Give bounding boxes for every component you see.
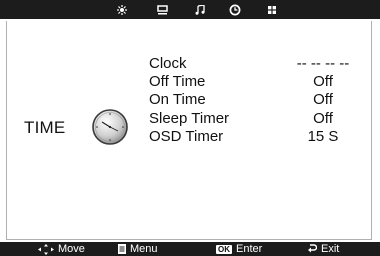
item-label-sleep-timer[interactable]: Sleep Timer xyxy=(149,110,229,128)
item-value-osd-timer: 15 S xyxy=(307,128,339,145)
picture-icon[interactable] xyxy=(112,0,132,19)
hint-move-label: Move xyxy=(58,243,85,255)
hint-exit-label: Exit xyxy=(321,243,340,255)
hint-move: Move xyxy=(38,242,85,256)
hint-menu: Menu xyxy=(118,242,158,256)
item-label-off-time[interactable]: Off Time xyxy=(149,73,205,91)
item-value-on-time: Off xyxy=(313,91,333,108)
footer-hint-bar: Move Menu OK Enter Exit xyxy=(0,242,380,256)
item-label-clock[interactable]: Clock xyxy=(149,55,187,73)
hint-menu-label: Menu xyxy=(130,243,158,255)
hint-enter: OK Enter xyxy=(216,242,262,256)
item-value-clock: -- -- -- -- xyxy=(296,55,350,72)
top-tab-bar xyxy=(0,0,380,19)
return-arrow-icon xyxy=(308,244,317,254)
item-label-on-time[interactable]: On Time xyxy=(149,91,206,109)
move-arrows-icon xyxy=(38,243,54,255)
ok-badge: OK xyxy=(216,244,232,254)
music-note-icon[interactable] xyxy=(190,0,210,19)
hint-enter-label: Enter xyxy=(236,243,263,255)
item-value-sleep-timer: Off xyxy=(313,110,333,127)
clock-tab-icon[interactable] xyxy=(225,0,245,19)
setup-grid-icon[interactable] xyxy=(262,0,282,19)
category-label: TIME xyxy=(24,118,66,137)
hint-exit: Exit xyxy=(308,242,339,256)
item-value-off-time: Off xyxy=(313,73,333,90)
analog-clock-icon xyxy=(91,108,129,146)
item-label-osd-timer[interactable]: OSD Timer xyxy=(149,128,223,146)
screen-icon[interactable] xyxy=(152,0,172,19)
menu-icon xyxy=(118,244,126,254)
